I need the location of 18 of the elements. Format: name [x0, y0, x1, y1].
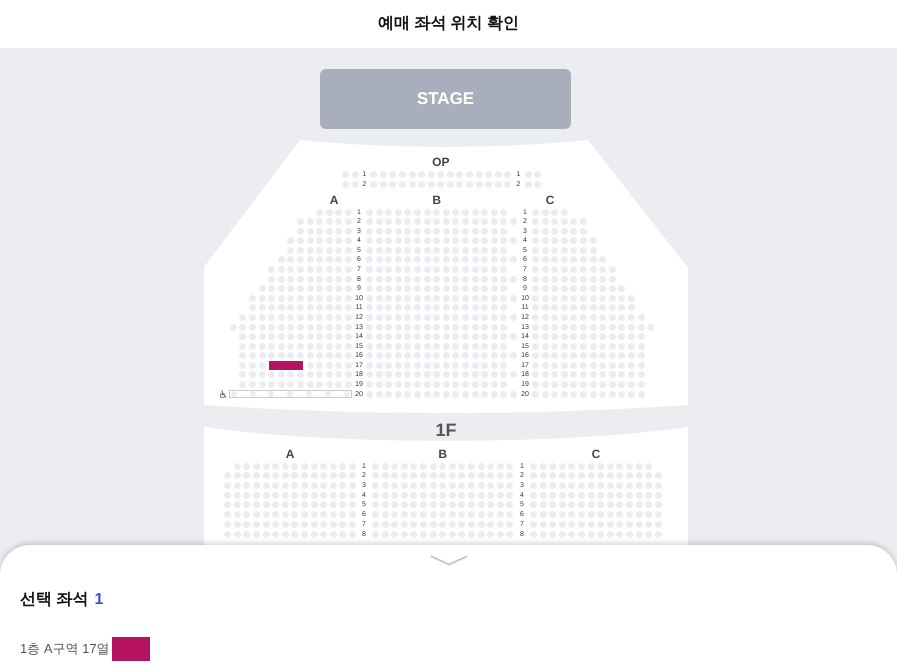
stage-block: STAGE	[320, 69, 571, 129]
section-label: B	[437, 448, 448, 460]
section-label: C	[544, 194, 556, 206]
panel-title: 선택 좌석	[20, 590, 88, 610]
wheelchair-icon	[218, 390, 227, 398]
section-label: C	[590, 448, 602, 460]
selected-count: 1	[94, 590, 104, 610]
seat-row-drawing[interactable]	[239, 362, 352, 369]
wheelchair-seat-row-drawing[interactable]	[228, 390, 352, 398]
section-label: A	[284, 448, 296, 460]
floor-label: 1F	[435, 420, 456, 440]
chevron-down-icon[interactable]	[430, 555, 468, 566]
section-label: B	[431, 194, 442, 206]
page-title: 예매 좌석 위치 확인	[378, 14, 520, 34]
selected-seat[interactable]	[269, 360, 304, 370]
section-label: OP	[431, 156, 450, 168]
section-label: A	[328, 194, 340, 206]
selected-seat-label: 1층 A구역 17열	[20, 641, 110, 657]
